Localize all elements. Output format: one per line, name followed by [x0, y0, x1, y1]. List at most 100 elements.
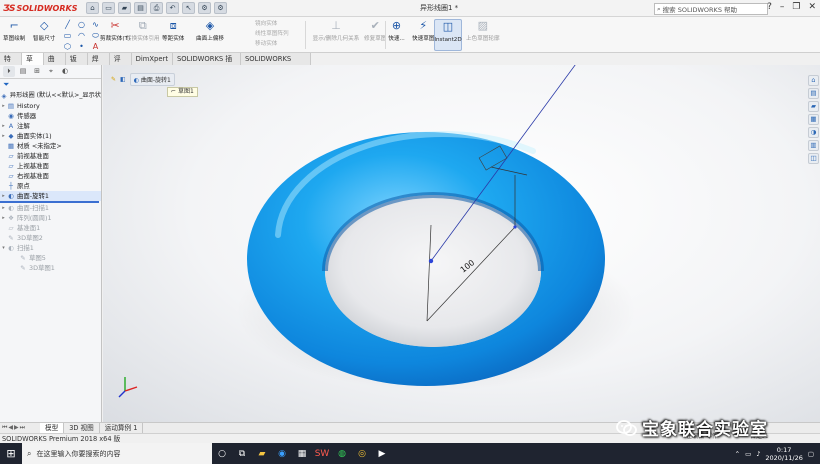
apps-icon[interactable]: ▦	[292, 443, 312, 464]
clock[interactable]: 0:17 2020/11/26	[765, 446, 802, 462]
prev-tab-arrow-icon[interactable]: ◀	[8, 424, 13, 432]
command-tab[interactable]: DimXpert	[132, 53, 173, 65]
tree-item[interactable]: ▱ 上视基准面	[0, 161, 101, 171]
configuration-tab-icon[interactable]: ⊞	[31, 66, 43, 77]
tree-caret-icon[interactable]: ▸	[0, 131, 7, 141]
display-manager-tab-icon[interactable]: ◐	[59, 66, 71, 77]
help-button[interactable]: ?	[767, 2, 772, 12]
sketch-tag[interactable]: ⌐ 草图1	[167, 87, 198, 97]
tree-root[interactable]: ◈ 异形线圈 (默认<<默认>_显示状	[0, 91, 101, 101]
bottom-tab[interactable]: 模型	[40, 423, 65, 433]
feature-tree-tab-icon[interactable]: 🞂	[3, 66, 15, 77]
breadcrumb-config-icon[interactable]: ◧	[120, 76, 126, 83]
command-tab[interactable]: 草图	[21, 53, 44, 75]
smart-dimension-button[interactable]: ◇ 智能尺寸	[33, 19, 55, 51]
tree-caret-icon[interactable]: ▸	[0, 213, 7, 223]
tree-caret-icon[interactable]: ▸	[0, 191, 7, 201]
tree-item[interactable]: ✎ 3D草图1	[0, 263, 101, 273]
solidworks-logo[interactable]: ƷS SOLIDWORKS	[3, 2, 77, 15]
tree-caret-icon[interactable]: ▸	[0, 101, 7, 111]
rapid-sketch-button[interactable]: ⚡ 快速草图	[412, 19, 434, 51]
rectangle-icon[interactable]: ▭	[62, 31, 73, 41]
task-view-icon[interactable]: ⧉	[232, 443, 252, 464]
tree-item[interactable]: ✎ 3D草图2	[0, 233, 101, 243]
tree-item[interactable]: ▾ ◐ 扫描1	[0, 243, 101, 253]
edge-browser-icon[interactable]: ◉	[272, 443, 292, 464]
appearances-icon[interactable]: ◑	[808, 127, 819, 138]
solidworks-forum-icon[interactable]: ◫	[808, 153, 819, 164]
resources-icon[interactable]: ⌂	[808, 75, 819, 86]
command-tab[interactable]: 特征	[0, 53, 22, 75]
file-explorer-taskbar-icon[interactable]: ▰	[252, 443, 272, 464]
convert-entities-button[interactable]: ⧉ 转换实体引用	[126, 19, 160, 51]
tree-item[interactable]: ▸ ▤ History	[0, 101, 101, 111]
polygon-icon[interactable]: ⬡	[62, 42, 73, 52]
tree-filter-icon[interactable]: ⏷	[0, 79, 101, 91]
tree-caret-icon[interactable]: ▾	[0, 243, 7, 253]
select-icon[interactable]: ↖	[182, 2, 195, 14]
media-icon[interactable]: ▶	[372, 443, 392, 464]
tree-item[interactable]: ▸ ❖ 阵列(圆周)1	[0, 213, 101, 223]
close-button[interactable]: ✕	[808, 2, 816, 12]
tree-item[interactable]: ▸ ◐ 曲面-扫描1	[0, 203, 101, 213]
volume-icon[interactable]: ♪	[756, 450, 760, 458]
print-icon[interactable]: ⎙	[150, 2, 163, 14]
tree-caret-icon[interactable]: ▸	[0, 121, 7, 131]
rebuild-icon[interactable]: ⚙	[198, 2, 211, 14]
property-manager-tab-icon[interactable]: ▤	[17, 66, 29, 77]
wechat-taskbar-icon[interactable]: ◍	[332, 443, 352, 464]
graphics-viewport[interactable]: 100 ✎ ◧ ◐ 曲面-旋转1 ⌐ 草图1 ⌂ ▤ ▰ ▦ ◑ ▥ ◫	[103, 65, 820, 422]
open-file-icon[interactable]: ▰	[118, 2, 131, 14]
sketch-button[interactable]: ⌐ 草图绘制	[3, 19, 25, 51]
view-palette-icon[interactable]: ▦	[808, 114, 819, 125]
design-library-icon[interactable]: ▤	[808, 88, 819, 99]
command-tab[interactable]: 焊件	[88, 53, 110, 75]
tree-item[interactable]: ▸ ◆ 曲面实体(1)	[0, 131, 101, 141]
restore-button[interactable]: ❐	[792, 2, 800, 12]
tree-item[interactable]: ▦ 材质 <未指定>	[0, 141, 101, 151]
tree-item[interactable]: ▱ 右视基准面	[0, 171, 101, 181]
next-tab-arrow-icon[interactable]: ▶	[14, 424, 19, 432]
sketch-origin-point[interactable]	[428, 258, 434, 264]
bottom-tab[interactable]: 运动算例 1	[100, 423, 144, 433]
shaded-sketch-contours-button[interactable]: ▨ 上色草图轮廓	[466, 19, 500, 51]
surface-offset-button[interactable]: ◈ 曲面上偏移	[196, 19, 224, 51]
instant2d-button[interactable]: ◫ Instant2D	[434, 19, 462, 51]
tree-item[interactable]: ┼ 原点	[0, 181, 101, 191]
undo-icon[interactable]: ↶	[166, 2, 179, 14]
last-tab-arrow-icon[interactable]: ⏭	[20, 424, 25, 432]
line-icon[interactable]: ╱	[62, 20, 73, 30]
breadcrumb-item[interactable]: ◐ 曲面-旋转1	[129, 73, 175, 86]
command-tab[interactable]: SOLIDWORKS MBD	[241, 53, 312, 75]
tree-item[interactable]: ▱ 前视基准面	[0, 151, 101, 161]
save-icon[interactable]: ▤	[134, 2, 147, 14]
command-tab[interactable]: 曲面	[44, 53, 66, 75]
custom-properties-icon[interactable]: ▥	[808, 140, 819, 151]
offset-entities-button[interactable]: ⧈ 等距实体	[162, 19, 184, 51]
tray-chevron-icon[interactable]: ⌃	[735, 450, 740, 458]
tree-item[interactable]: ▸ ◐ 曲面-旋转1	[0, 191, 101, 201]
windows-start-icon[interactable]: ⊞	[0, 443, 22, 464]
breadcrumb-back-icon[interactable]: ✎	[111, 76, 116, 83]
solidworks-taskbar-icon[interactable]: SW	[312, 443, 332, 464]
tree-caret-icon[interactable]: ▸	[0, 203, 7, 213]
tree-item[interactable]: ◉ 传感器	[0, 111, 101, 121]
sketch-endpoint[interactable]	[513, 225, 517, 229]
command-tab[interactable]: 评估	[110, 53, 132, 75]
file-explorer-icon[interactable]: ▰	[808, 101, 819, 112]
tree-item[interactable]: ▸ A 注解	[0, 121, 101, 131]
command-tab[interactable]: SOLIDWORKS 插件	[173, 53, 241, 75]
command-tab[interactable]: 钣金	[66, 53, 88, 75]
first-tab-arrow-icon[interactable]: ⏮	[2, 424, 7, 432]
repair-sketch-button[interactable]: ✔ 修复草图	[364, 19, 386, 51]
help-search-input[interactable]: ⌕ 搜索 SOLIDWORKS 帮助	[654, 3, 768, 15]
network-icon[interactable]: ▭	[745, 450, 751, 458]
dimxpert-tab-icon[interactable]: ⌖	[45, 66, 57, 77]
bottom-tab[interactable]: 3D 视图	[64, 423, 100, 433]
new-file-icon[interactable]: ▭	[102, 2, 115, 14]
minimize-button[interactable]: –	[780, 2, 785, 12]
quick-snaps-button[interactable]: ⊕ 快速...	[388, 19, 405, 51]
notifications-icon[interactable]: ▢	[808, 450, 814, 458]
home-icon[interactable]: ⌂	[86, 2, 99, 14]
taskbar-search-input[interactable]: ⌕ 在这里输入你要搜索的内容	[22, 443, 212, 464]
